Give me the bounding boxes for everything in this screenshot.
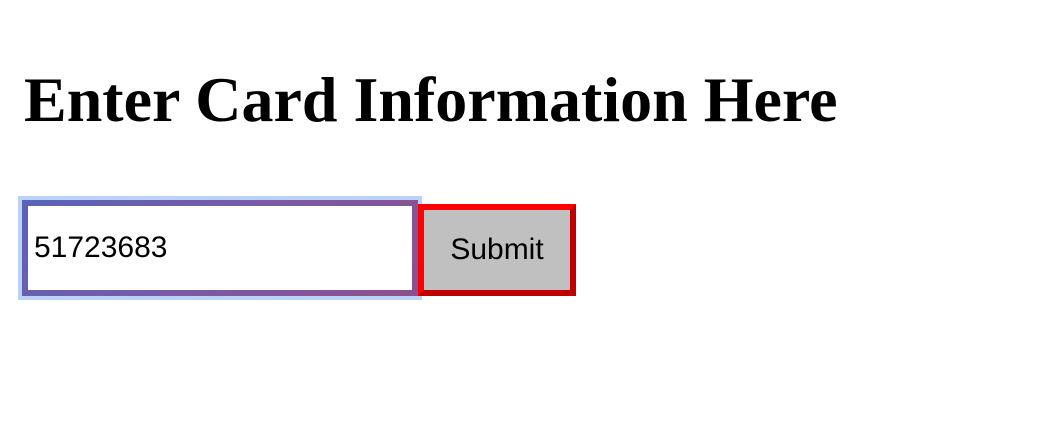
page: Enter Card Information Here Submit [0,0,1040,436]
page-title: Enter Card Information Here [24,64,838,135]
card-form: Submit [22,200,576,296]
submit-button[interactable]: Submit [418,204,576,296]
card-number-input[interactable] [22,200,418,296]
